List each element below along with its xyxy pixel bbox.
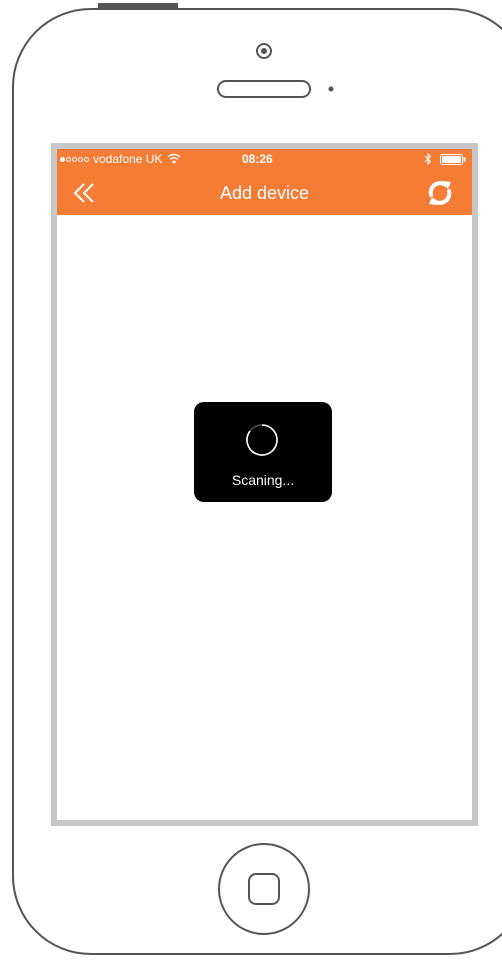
spinner-icon <box>246 424 278 456</box>
loading-hud: Scaning... <box>194 402 332 502</box>
stage: vodafone UK 08:26 Add device Scaning... <box>0 0 502 960</box>
loading-label: Scaning... <box>231 472 295 488</box>
signal-dot <box>78 156 83 162</box>
app-screen: vodafone UK 08:26 Add device Scaning... <box>57 149 472 820</box>
signal-dot <box>84 156 89 162</box>
clock: 08:26 <box>242 152 273 166</box>
signal-strength-icon <box>60 156 90 162</box>
nav-bar: vodafone UK 08:26 Add device <box>57 149 472 215</box>
camera-lens <box>261 48 267 54</box>
status-bar: vodafone UK 08:26 <box>57 149 472 169</box>
refresh-button[interactable] <box>422 176 458 210</box>
signal-dot <box>66 156 71 162</box>
carrier-name: vodafone UK <box>93 152 163 166</box>
signal-dot <box>72 156 77 162</box>
carrier-group: vodafone UK <box>60 149 181 169</box>
bluetooth-icon <box>424 153 432 165</box>
refresh-icon <box>428 181 452 205</box>
battery-icon <box>440 153 466 165</box>
signal-dot <box>60 156 65 162</box>
sensor-dot <box>328 86 334 92</box>
page-title: Add device <box>219 183 310 203</box>
right-status-group <box>424 149 466 169</box>
wifi-icon <box>167 153 181 164</box>
